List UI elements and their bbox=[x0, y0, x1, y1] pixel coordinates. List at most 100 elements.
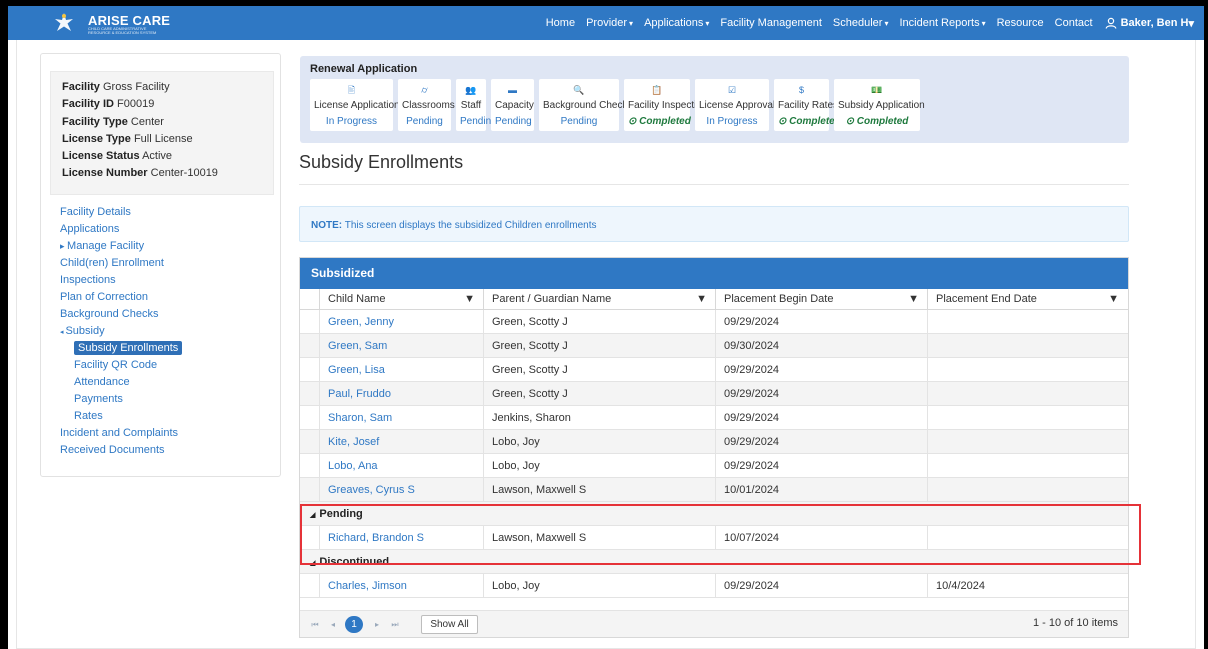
nav-label: Home bbox=[545, 17, 576, 29]
group-header-pending[interactable]: ◢ Pending bbox=[300, 502, 1128, 526]
top-navbar: ARISE CARE CHILD CARE ADMINISTRATIVE RES… bbox=[8, 6, 1204, 40]
renewal-step-capacity[interactable]: ▬ Capacity Pending bbox=[491, 79, 534, 131]
document-icon: 🖹 bbox=[347, 85, 356, 95]
child-name-link[interactable]: Kite, Josef bbox=[319, 430, 483, 454]
nav-label: Provider bbox=[586, 17, 628, 29]
sidenav-item-background-checks[interactable]: Background Checks bbox=[60, 306, 270, 323]
step-status: Pending bbox=[406, 116, 443, 127]
sidenav-item-incident-and-complaints[interactable]: Incident and Complaints bbox=[60, 425, 270, 442]
collapse-arrow-icon[interactable]: ◢ bbox=[310, 560, 315, 567]
table-cell: Lobo, Joy bbox=[483, 574, 715, 598]
prev-page-icon[interactable]: ◂ bbox=[326, 617, 340, 632]
child-name-link[interactable]: Green, Lisa bbox=[319, 358, 483, 382]
facility-side-nav: Facility Details Applications Manage Facil… bbox=[60, 204, 270, 459]
sidenav-item-subsidy-enrollments[interactable]: Subsidy Enrollments bbox=[60, 340, 270, 357]
filter-icon[interactable]: ▼ bbox=[908, 289, 919, 310]
table-cell: 09/29/2024 bbox=[715, 382, 927, 406]
chevron-down-icon: ▾ bbox=[1188, 17, 1194, 30]
sidenav-item-received-documents[interactable]: Received Documents bbox=[60, 442, 270, 459]
table-row: Greaves, Cyrus S Lawson, Maxwell S 10/01/2… bbox=[300, 478, 1128, 502]
table-cell bbox=[927, 358, 1127, 382]
table-cell: Jenkins, Sharon bbox=[483, 406, 715, 430]
sidenav-item-inspections[interactable]: Inspections bbox=[60, 272, 270, 289]
column-header-parent-guardian-name[interactable]: Parent / Guardian Name ▼ bbox=[483, 289, 715, 310]
step-status: ⊙ Completed bbox=[845, 116, 909, 127]
show-all-button[interactable]: Show All bbox=[421, 615, 478, 634]
renewal-step-classrooms[interactable]: ⌭ Classrooms Pending bbox=[398, 79, 455, 131]
sidenav-item-payments[interactable]: Payments bbox=[60, 391, 270, 408]
brand-tagline: CHILD CARE ADMINISTRATIVE RESOURCE & EDU… bbox=[88, 26, 157, 35]
sidenav-label: Rates bbox=[74, 410, 103, 422]
renewal-step-subsidy-application[interactable]: 💵 Subsidy Application ⊙ Completed bbox=[834, 79, 925, 131]
nav-incident-reports[interactable]: Incident Reports ▾ bbox=[899, 17, 985, 29]
user-menu[interactable]: Baker, Ben H ▾ bbox=[1105, 17, 1194, 30]
sidenav-item-subsidy[interactable]: Subsidy bbox=[60, 323, 270, 340]
column-header-placement-begin-date[interactable]: Placement Begin Date ▼ bbox=[715, 289, 927, 310]
table-cell bbox=[927, 454, 1127, 478]
renewal-title: Renewal Application bbox=[310, 63, 418, 75]
child-name-link[interactable]: Greaves, Cyrus S bbox=[319, 478, 483, 502]
first-page-icon[interactable]: ⏮ bbox=[308, 617, 322, 632]
sidenav-label: Attendance bbox=[74, 376, 130, 388]
nav-home[interactable]: Home bbox=[546, 17, 575, 29]
collapse-arrow-icon[interactable]: ◢ bbox=[310, 512, 315, 519]
child-name-link[interactable]: Richard, Brandon S bbox=[319, 526, 483, 550]
sidenav-item-applications[interactable]: Applications bbox=[60, 221, 270, 238]
brand-logo[interactable]: ARISE CARE CHILD CARE ADMINISTRATIVE RES… bbox=[52, 11, 202, 35]
nav-contact[interactable]: Contact bbox=[1055, 17, 1093, 29]
renewal-step-staff[interactable]: 👥 Staff Pending bbox=[456, 79, 497, 131]
filter-icon[interactable]: ▼ bbox=[1108, 289, 1119, 310]
user-name: Baker, Ben H bbox=[1120, 17, 1189, 29]
renewal-step-background-checks[interactable]: 🔍 Background Checks Pending bbox=[539, 79, 633, 131]
nav-label: Resource bbox=[996, 17, 1044, 29]
step-label: Classrooms bbox=[402, 100, 455, 111]
renewal-step-license-application[interactable]: 🖹 License Application In Progress bbox=[310, 79, 400, 131]
grid-pager: ⏮ ◂ 1 ▸ ⏭ Show All 1 - 10 of 10 items bbox=[300, 610, 1128, 637]
child-name-link[interactable]: Green, Jenny bbox=[319, 310, 483, 334]
nav-applications[interactable]: Applications ▾ bbox=[644, 17, 709, 29]
group-label: Discontinued bbox=[319, 556, 390, 568]
filter-icon[interactable]: ▼ bbox=[696, 289, 707, 310]
sidenav-item-child-ren-enrollment[interactable]: Child(ren) Enrollment bbox=[60, 255, 270, 272]
child-name-link[interactable]: Green, Sam bbox=[319, 334, 483, 358]
column-header-placement-end-date[interactable]: Placement End Date ▼ bbox=[927, 289, 1127, 310]
nav-provider[interactable]: Provider ▾ bbox=[586, 17, 633, 29]
chevron-down-icon: ▾ bbox=[705, 19, 710, 28]
table-cell: 09/29/2024 bbox=[715, 358, 927, 382]
nav-facility-management[interactable]: Facility Management bbox=[720, 17, 822, 29]
child-name-link[interactable]: Sharon, Sam bbox=[319, 406, 483, 430]
sidenav-item-facility-details[interactable]: Facility Details bbox=[60, 204, 270, 221]
chevron-down-icon: ▾ bbox=[629, 19, 634, 28]
table-cell: 09/29/2024 bbox=[715, 454, 927, 478]
renewal-step-facility-inspection[interactable]: 📋 Facility Inspection ⊙ Completed bbox=[624, 79, 707, 131]
sidenav-item-attendance[interactable]: Attendance bbox=[60, 374, 270, 391]
column-header-label: Placement Begin Date bbox=[724, 293, 834, 305]
child-name-link[interactable]: Paul, Fruddo bbox=[319, 382, 483, 406]
sidenav-item-plan-of-correction[interactable]: Plan of Correction bbox=[60, 289, 270, 306]
main-menu: Home Provider ▾ Applications ▾ Facility Manag… bbox=[535, 6, 1194, 40]
child-name-link[interactable]: Lobo, Ana bbox=[319, 454, 483, 478]
sidenav-item-manage-facility[interactable]: Manage Facility bbox=[60, 238, 270, 255]
table-cell bbox=[927, 310, 1127, 334]
renewal-step-license-approval[interactable]: ☑ License Approval In Progress bbox=[695, 79, 775, 131]
child-name-link[interactable]: Charles, Jimson bbox=[319, 574, 483, 598]
group-label: Pending bbox=[319, 508, 363, 520]
title-divider bbox=[299, 184, 1129, 185]
sidenav-item-facility-qr-code[interactable]: Facility QR Code bbox=[60, 357, 270, 374]
page-1-button[interactable]: 1 bbox=[345, 616, 363, 633]
nav-resource[interactable]: Resource bbox=[997, 17, 1044, 29]
group-header-discontinued[interactable]: ◢ Discontinued bbox=[300, 550, 1128, 574]
filter-icon[interactable]: ▼ bbox=[464, 289, 475, 310]
table-cell bbox=[927, 430, 1127, 454]
facility-sidebar: Facility Gross Facility Facility ID F000… bbox=[40, 53, 281, 477]
table-cell bbox=[927, 406, 1127, 430]
column-header-child-name[interactable]: Child Name ▼ bbox=[319, 289, 483, 310]
search-icon: 🔍 bbox=[573, 85, 585, 95]
next-page-icon[interactable]: ▸ bbox=[370, 617, 384, 632]
sidenav-item-rates[interactable]: Rates bbox=[60, 408, 270, 425]
column-header-label: Child Name bbox=[328, 293, 386, 305]
last-page-icon[interactable]: ⏭ bbox=[388, 617, 402, 632]
nav-scheduler[interactable]: Scheduler ▾ bbox=[833, 17, 889, 29]
renewal-step-facility-rates[interactable]: $ Facility Rates ⊙ Completed bbox=[774, 79, 841, 131]
nav-label: Incident Reports bbox=[899, 17, 980, 29]
